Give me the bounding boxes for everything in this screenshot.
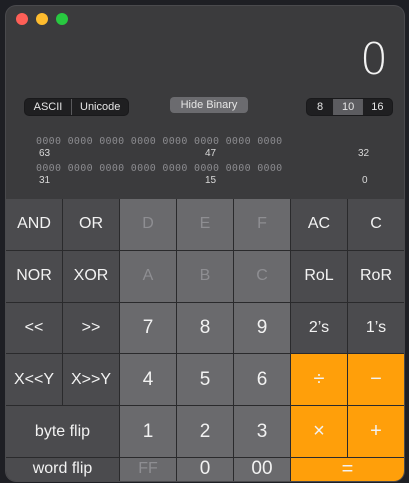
- binary-row-lower[interactable]: 0000 0000 0000 0000 0000 0000 0000 0000: [36, 163, 376, 174]
- hex-d-button[interactable]: D: [120, 199, 176, 250]
- base-selector: 8 10 16: [306, 98, 393, 116]
- close-button[interactable]: [16, 13, 28, 25]
- digit-8-button[interactable]: 8: [177, 302, 233, 354]
- digit-9-button[interactable]: 9: [234, 302, 290, 354]
- digit-1-button[interactable]: 1: [120, 406, 176, 457]
- digit-0-button[interactable]: 0: [177, 457, 233, 481]
- x-shift-right-y-button[interactable]: X>>Y: [63, 354, 119, 406]
- add-button[interactable]: +: [348, 406, 404, 457]
- word-flip-button[interactable]: word flip: [6, 457, 119, 481]
- subtract-button[interactable]: −: [348, 354, 404, 406]
- all-clear-button[interactable]: AC: [291, 199, 347, 250]
- hex-b-button[interactable]: B: [177, 250, 233, 302]
- equals-button[interactable]: =: [291, 457, 404, 481]
- calculator-window: 0 ASCII Unicode Hide Binary 8 10 16 0000…: [6, 6, 404, 481]
- digit-6-button[interactable]: 6: [234, 354, 290, 406]
- hex-ff-button[interactable]: FF: [120, 457, 176, 481]
- bit-label-15: 15: [205, 175, 217, 186]
- double-zero-button[interactable]: 00: [234, 457, 290, 481]
- shift-left-button[interactable]: <<: [6, 302, 62, 354]
- rotate-right-button[interactable]: RoR: [348, 250, 404, 302]
- bit-label-32: 32: [358, 148, 370, 159]
- display-value: 0: [360, 34, 388, 85]
- clear-button[interactable]: C: [348, 199, 404, 250]
- base-16[interactable]: 16: [363, 99, 391, 115]
- hex-c-button[interactable]: C: [234, 250, 290, 302]
- encoding-ascii[interactable]: ASCII: [25, 99, 72, 115]
- binary-row-upper[interactable]: 0000 0000 0000 0000 0000 0000 0000 0000: [36, 136, 376, 147]
- hex-a-button[interactable]: A: [120, 250, 176, 302]
- digit-3-button[interactable]: 3: [234, 406, 290, 457]
- digit-5-button[interactable]: 5: [177, 354, 233, 406]
- bit-label-47: 47: [205, 148, 217, 159]
- keypad: AND OR D E F AC C NOR XOR A B C RoL RoR …: [6, 199, 404, 481]
- window-controls: [16, 13, 68, 25]
- digit-7-button[interactable]: 7: [120, 302, 176, 354]
- hide-binary-button[interactable]: Hide Binary: [170, 97, 248, 113]
- zoom-button[interactable]: [56, 13, 68, 25]
- base-8[interactable]: 8: [307, 99, 334, 115]
- digit-4-button[interactable]: 4: [120, 354, 176, 406]
- or-button[interactable]: OR: [63, 199, 119, 250]
- and-button[interactable]: AND: [6, 199, 62, 250]
- encoding-selector: ASCII Unicode: [24, 98, 130, 116]
- minimize-button[interactable]: [36, 13, 48, 25]
- hex-f-button[interactable]: F: [234, 199, 290, 250]
- nor-button[interactable]: NOR: [6, 250, 62, 302]
- divide-button[interactable]: ÷: [291, 354, 347, 406]
- byte-flip-button[interactable]: byte flip: [6, 406, 119, 457]
- hex-e-button[interactable]: E: [177, 199, 233, 250]
- bit-label-63: 63: [39, 148, 51, 159]
- bit-label-31: 31: [39, 175, 51, 186]
- base-10[interactable]: 10: [334, 99, 364, 115]
- x-shift-left-y-button[interactable]: X<<Y: [6, 354, 62, 406]
- xor-button[interactable]: XOR: [63, 250, 119, 302]
- twos-complement-button[interactable]: 2’s: [291, 302, 347, 354]
- multiply-button[interactable]: ×: [291, 406, 347, 457]
- shift-right-button[interactable]: >>: [63, 302, 119, 354]
- ones-complement-button[interactable]: 1’s: [348, 302, 404, 354]
- encoding-unicode[interactable]: Unicode: [72, 99, 128, 115]
- digit-2-button[interactable]: 2: [177, 406, 233, 457]
- rotate-left-button[interactable]: RoL: [291, 250, 347, 302]
- bit-label-0: 0: [362, 175, 368, 186]
